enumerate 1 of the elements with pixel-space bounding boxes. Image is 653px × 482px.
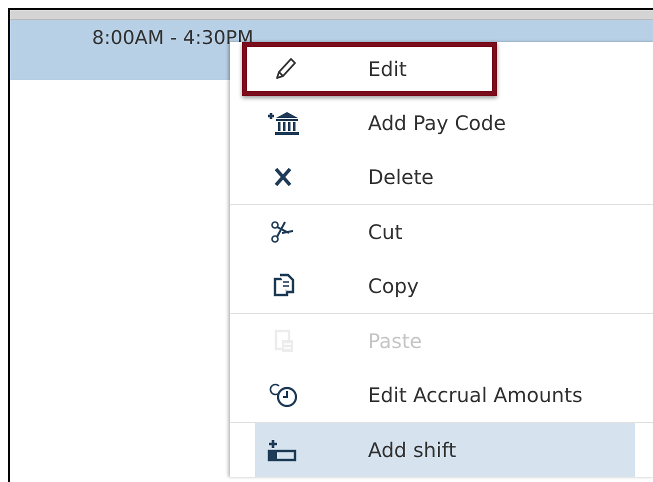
shift-time: 8:00AM - 4:30PM [92, 27, 254, 49]
